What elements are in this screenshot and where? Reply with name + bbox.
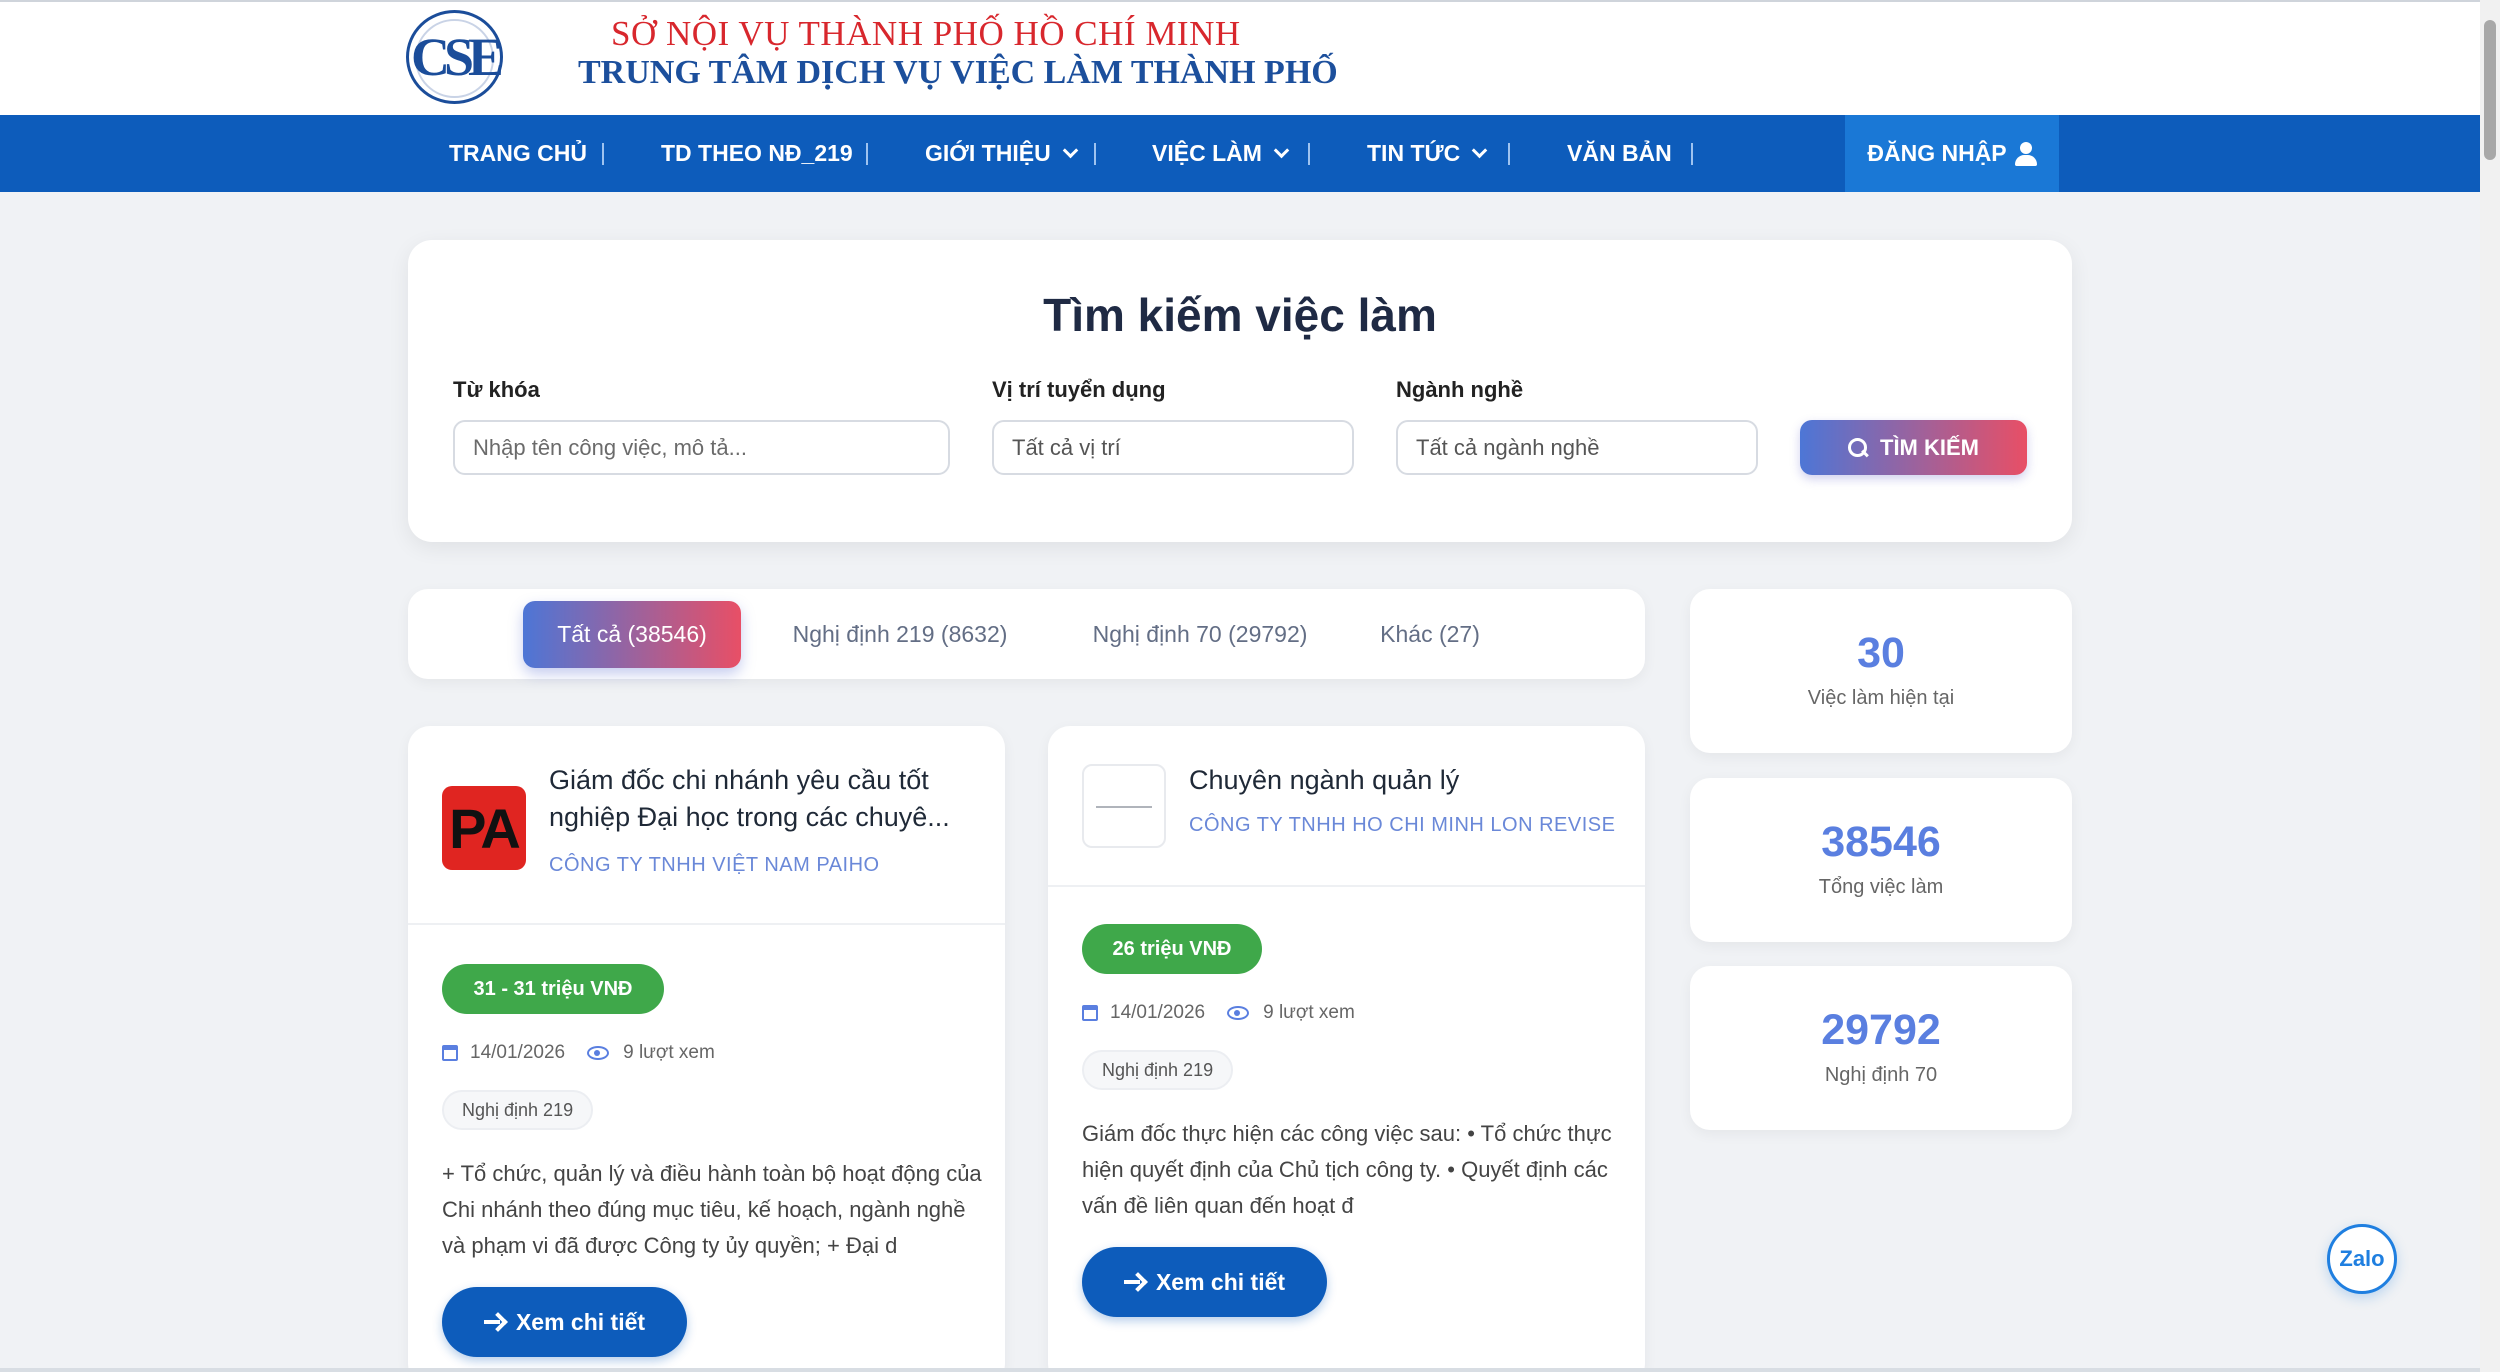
arrow-right-icon bbox=[1123, 1274, 1144, 1290]
job-card: PA Giám đốc chi nhánh yêu cầu tốt nghiệp… bbox=[408, 726, 1005, 1372]
industry-select[interactable]: Tất cả ngành nghề bbox=[1396, 420, 1758, 475]
nav-separator bbox=[1508, 143, 1510, 165]
nav-label: TRANG CHỦ bbox=[449, 140, 587, 166]
stat-label: Việc làm hiện tại bbox=[1807, 687, 1955, 709]
tab-nghi-dinh-70[interactable]: Nghị định 70 (29792) bbox=[1075, 601, 1325, 668]
nav-item-td-theo-nd219[interactable]: TD THEO NĐ_219 bbox=[661, 115, 853, 192]
job-meta: 14/01/2026 9 lượt xem bbox=[1082, 1002, 1355, 1024]
industry-label: Ngành nghề bbox=[1396, 377, 1524, 402]
decree-tag: Nghị định 219 bbox=[1082, 1050, 1234, 1090]
keyword-label: Từ khóa bbox=[453, 377, 540, 402]
eye-icon bbox=[1227, 1006, 1250, 1020]
job-title[interactable]: Chuyên ngành quản lý bbox=[1189, 762, 1619, 799]
login-button[interactable]: ĐĂNG NHẬP bbox=[1845, 115, 2059, 192]
view-detail-button[interactable]: Xem chi tiết bbox=[442, 1287, 687, 1357]
brand-line-2: TRUNG TÂM DỊCH VỤ VIỆC LÀM THÀNH PHỐ bbox=[578, 54, 1338, 91]
nav-item-tin-tuc[interactable]: TIN TỨC bbox=[1367, 115, 1488, 192]
page-scrollbar[interactable] bbox=[2480, 0, 2500, 1372]
nav-separator bbox=[602, 143, 604, 165]
stat-card-current-jobs: 30 Việc làm hiện tại bbox=[1690, 589, 2072, 753]
card-divider bbox=[1048, 885, 1645, 887]
salary-badge: 26 triệu VNĐ bbox=[1082, 924, 1262, 974]
company-name[interactable]: CÔNG TY TNHH VIỆT NAM PAIHO bbox=[549, 854, 880, 877]
chevron-down-icon bbox=[1062, 142, 1078, 158]
job-description: Giám đốc thực hiện các công việc sau: • … bbox=[1082, 1121, 1612, 1218]
chevron-down-icon bbox=[1471, 142, 1488, 158]
view-detail-label: Xem chi tiết bbox=[515, 1308, 646, 1335]
post-date: 14/01/2026 bbox=[1110, 1002, 1206, 1023]
arrow-right-icon bbox=[483, 1314, 504, 1330]
page-bottom-edge bbox=[0, 1368, 2480, 1372]
nav-label: VIỆC LÀM bbox=[1152, 140, 1262, 166]
company-logo[interactable] bbox=[1082, 764, 1166, 848]
user-icon bbox=[2014, 141, 2037, 166]
search-button[interactable]: TÌM KIẾM bbox=[1800, 420, 2027, 475]
job-meta: 14/01/2026 9 lượt xem bbox=[442, 1042, 715, 1064]
nav-label: VĂN BẢN bbox=[1567, 140, 1672, 166]
site-header: CSE SỞ NỘI VỤ THÀNH PHỐ HỒ CHÍ MINH TRUN… bbox=[0, 0, 2480, 115]
post-date: 14/01/2026 bbox=[470, 1042, 566, 1063]
job-filter-tabs: Tất cả (38546) Nghị định 219 (8632) Nghị… bbox=[408, 589, 1645, 679]
scrollbar-thumb[interactable] bbox=[2484, 20, 2496, 160]
company-logo[interactable]: PA bbox=[442, 786, 526, 870]
nav-separator bbox=[1308, 143, 1310, 165]
stat-label: Tổng việc làm bbox=[1818, 876, 1944, 898]
view-detail-button[interactable]: Xem chi tiết bbox=[1082, 1247, 1327, 1317]
nav-label: GIỚI THIỆU bbox=[925, 140, 1051, 166]
position-label: Vị trí tuyển dụng bbox=[992, 377, 1166, 402]
search-title: Tìm kiếm việc làm bbox=[1043, 289, 1437, 341]
stat-label: Nghị định 70 bbox=[1824, 1064, 1938, 1086]
stat-value: 38546 bbox=[1821, 818, 1941, 866]
zalo-chat-button[interactable]: Zalo bbox=[2327, 1224, 2397, 1294]
job-search-panel: Tìm kiếm việc làm Từ khóa Vị trí tuyển d… bbox=[408, 240, 2072, 542]
eye-icon bbox=[587, 1046, 610, 1060]
decree-tag: Nghị định 219 bbox=[442, 1090, 594, 1130]
view-count: 9 lượt xem bbox=[623, 1042, 715, 1063]
view-detail-label: Xem chi tiết bbox=[1155, 1268, 1286, 1295]
tab-khac[interactable]: Khác (27) bbox=[1370, 601, 1490, 668]
nav-item-trang-chu[interactable]: TRANG CHỦ bbox=[449, 115, 587, 192]
job-description: + Tổ chức, quản lý và điều hành toàn bộ … bbox=[442, 1161, 982, 1258]
site-logo[interactable]: CSE bbox=[406, 10, 504, 104]
nav-label: TIN TỨC bbox=[1367, 140, 1461, 166]
nav-separator bbox=[1094, 143, 1096, 165]
position-select[interactable]: Tất cả vị trí bbox=[992, 420, 1354, 475]
search-icon bbox=[1848, 437, 1868, 458]
nav-item-gioi-thieu[interactable]: GIỚI THIỆU bbox=[925, 115, 1078, 192]
company-name[interactable]: CÔNG TY TNHH HO CHI MINH LON REVISE bbox=[1189, 814, 1615, 837]
card-divider bbox=[408, 923, 1005, 925]
main-nav: TRANG CHỦ TD THEO NĐ_219 GIỚI THIỆU VIỆC… bbox=[0, 115, 2480, 192]
view-count: 9 lượt xem bbox=[1263, 1002, 1355, 1023]
search-button-label: TÌM KIẾM bbox=[1880, 434, 1979, 460]
stat-value: 30 bbox=[1857, 629, 1905, 677]
nav-label: TD THEO NĐ_219 bbox=[661, 140, 853, 166]
nav-separator bbox=[866, 143, 868, 165]
stat-card-total-jobs: 38546 Tổng việc làm bbox=[1690, 778, 2072, 942]
login-label: ĐĂNG NHẬP bbox=[1867, 140, 2007, 166]
stat-card-nghi-dinh-70: 29792 Nghị định 70 bbox=[1690, 966, 2072, 1130]
nav-item-van-ban[interactable]: VĂN BẢN bbox=[1567, 115, 1672, 192]
salary-badge: 31 - 31 triệu VNĐ bbox=[442, 964, 664, 1014]
logo-text: CSE bbox=[410, 27, 504, 87]
job-title[interactable]: Giám đốc chi nhánh yêu cầu tốt nghiệp Đạ… bbox=[549, 762, 979, 836]
nav-item-viec-lam[interactable]: VIỆC LÀM bbox=[1152, 115, 1290, 192]
calendar-icon bbox=[442, 1045, 458, 1061]
tab-nghi-dinh-219[interactable]: Nghị định 219 (8632) bbox=[775, 601, 1025, 668]
logo-placeholder-line bbox=[1096, 806, 1152, 808]
brand-line-1: SỞ NỘI VỤ THÀNH PHỐ HỒ CHÍ MINH bbox=[611, 14, 1241, 53]
stat-value: 29792 bbox=[1821, 1006, 1941, 1054]
tab-tat-ca[interactable]: Tất cả (38546) bbox=[523, 601, 741, 668]
job-card: Chuyên ngành quản lý CÔNG TY TNHH HO CHI… bbox=[1048, 726, 1645, 1372]
nav-separator bbox=[1691, 143, 1693, 165]
keyword-input[interactable] bbox=[453, 420, 950, 475]
calendar-icon bbox=[1082, 1005, 1098, 1021]
chevron-down-icon bbox=[1273, 142, 1290, 158]
